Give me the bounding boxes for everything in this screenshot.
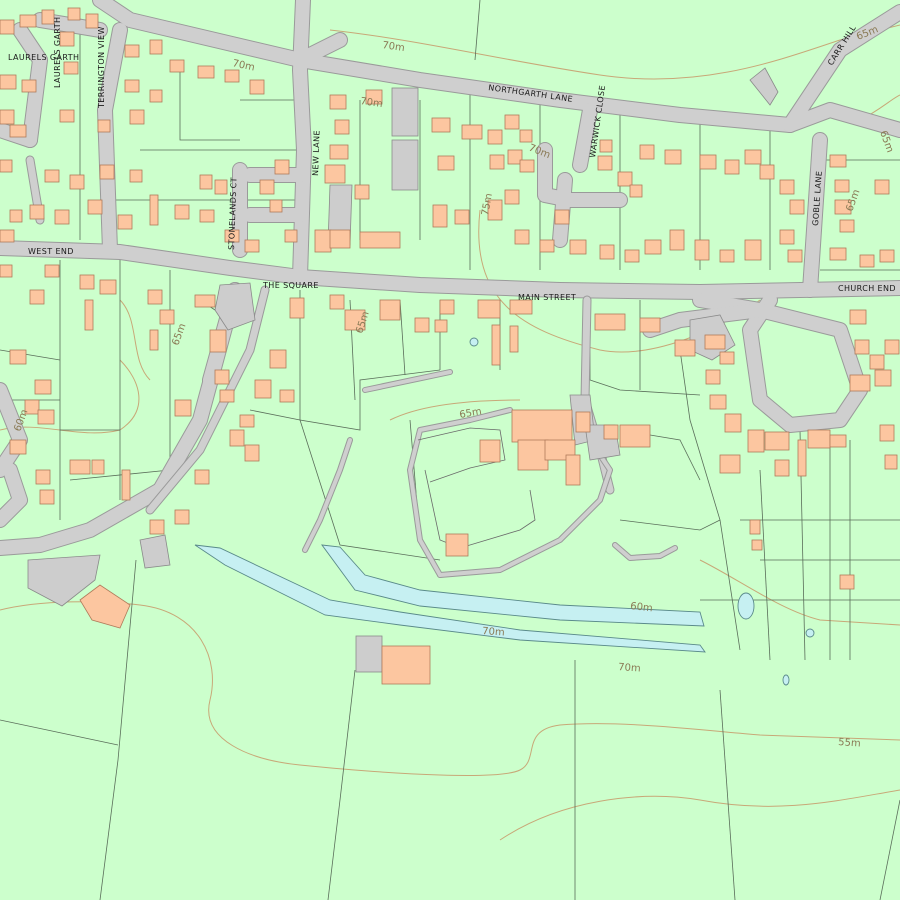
contour-label: 70m bbox=[482, 626, 505, 639]
label-new-lane: NEW LANE bbox=[311, 130, 322, 176]
ordnance-map[interactable]: LAURELS GARTH LAURELS GARTH TERRINGTON V… bbox=[0, 0, 900, 900]
contour-label: 60m bbox=[630, 601, 653, 614]
contour-label: 70m bbox=[618, 662, 641, 675]
label-terrington-view: TERRINGTON VIEW bbox=[97, 26, 106, 109]
label-laurels-garth-vertical: LAURELS GARTH bbox=[53, 17, 62, 88]
label-main-street: MAIN STREET bbox=[518, 293, 576, 302]
label-west-end: WEST END bbox=[28, 247, 74, 256]
contour-label: 55m bbox=[838, 737, 861, 750]
label-the-square: THE SQUARE bbox=[262, 281, 319, 290]
label-laurels-garth: LAURELS GARTH bbox=[8, 53, 79, 62]
label-church-end: CHURCH END bbox=[838, 284, 896, 293]
